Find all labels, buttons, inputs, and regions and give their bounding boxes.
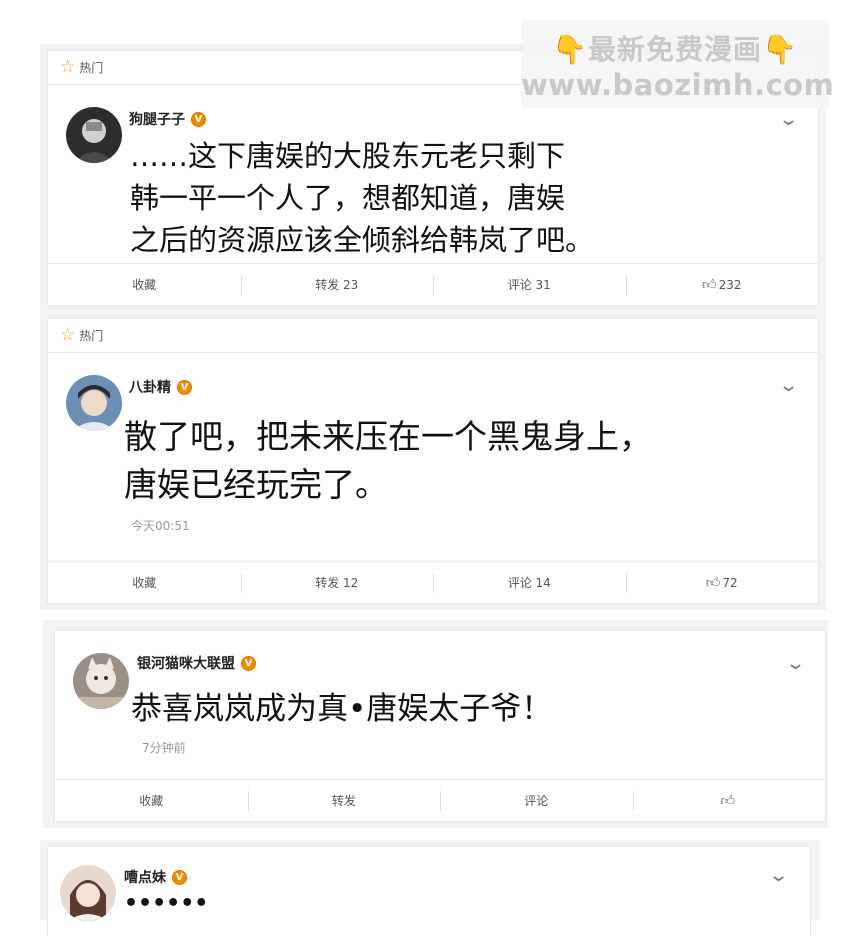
repost-button[interactable]: 转发 23 (240, 264, 434, 305)
verified-badge-icon: V (191, 111, 206, 127)
like-button[interactable]: 👍︎ 232 (625, 264, 819, 305)
watermark-title-text: 最新免费漫画 (587, 33, 762, 66)
repost-label: 转发 12 (315, 576, 359, 590)
star-icon: ☆ (60, 57, 76, 77)
avatar[interactable] (66, 107, 122, 163)
chevron-down-icon[interactable]: ⌄ (778, 111, 799, 129)
avatar[interactable] (66, 375, 122, 431)
chevron-down-icon[interactable]: ⌄ (768, 867, 789, 885)
repost-label: 转发 23 (315, 278, 359, 292)
weibo-post-card: ☆ 热门 八卦精 V ⌄ 散了吧，把未来压在一个黑鬼身上， 唐娱已经玩完了。 今… (47, 318, 819, 604)
like-count: 232 (718, 277, 742, 292)
post-text: ……这下唐娱的大股东元老只剩下 韩一平一个人了，想都知道，唐娱 之后的资源应该全… (130, 139, 595, 257)
star-icon: ☆ (60, 325, 76, 345)
post-text: 恭喜岚岚成为真•唐娱太子爷！ (131, 691, 553, 727)
repost-label: 转发 (331, 794, 356, 808)
favorite-button[interactable]: 收藏 (48, 562, 241, 603)
favorite-label: 收藏 (132, 576, 157, 590)
favorite-button[interactable]: 收藏 (48, 264, 241, 305)
watermark-title: 👇最新免费漫画👇 (521, 28, 829, 68)
chevron-down-icon[interactable]: ⌄ (785, 655, 806, 673)
like-count: 72 (722, 575, 738, 590)
post-text: 散了吧，把未来压在一个黑鬼身上， 唐娱已经玩完了。 (124, 417, 652, 504)
weibo-post-card: 银河猫咪大联盟 V ⌄ 恭喜岚岚成为真•唐娱太子爷！ 7分钟前 收藏 转发 评论… (54, 630, 826, 822)
thumbs-up-icon: 👍︎ (701, 277, 717, 293)
action-bar: 收藏 转发 12 评论 14 👍︎ 72 (48, 561, 818, 603)
action-bar: 收藏 转发 评论 👍︎ (55, 779, 825, 821)
like-button[interactable]: 👍︎ 72 (625, 562, 819, 603)
favorite-button[interactable]: 收藏 (55, 780, 248, 821)
weibo-post-card: 嘈点妹 V ⌄ •••••• (47, 846, 811, 936)
pointing-down-icon: 👇 (552, 33, 588, 66)
thumbs-up-icon: 👍︎ (705, 575, 721, 591)
timestamp[interactable]: 今天00:51 (131, 517, 190, 534)
hot-tag: ☆ 热门 (48, 319, 818, 353)
username-text[interactable]: 狗腿子子 (129, 109, 185, 129)
thumbs-up-icon: 👍︎ (720, 793, 736, 809)
pointing-down-icon: 👇 (762, 33, 798, 66)
verified-badge-icon: V (177, 379, 192, 395)
repost-button[interactable]: 转发 (247, 780, 441, 821)
timestamp[interactable]: 7分钟前 (142, 739, 186, 756)
favorite-label: 收藏 (132, 278, 157, 292)
username-text[interactable]: 嘈点妹 (124, 867, 166, 887)
avatar[interactable] (60, 865, 116, 921)
comment-button[interactable]: 评论 14 (433, 562, 626, 603)
action-bar: 收藏 转发 23 评论 31 👍︎ 232 (48, 263, 818, 305)
like-button[interactable]: 👍︎ (632, 780, 826, 821)
username-text[interactable]: 八卦精 (129, 377, 171, 397)
favorite-label: 收藏 (139, 794, 164, 808)
username[interactable]: 银河猫咪大联盟 V (137, 653, 256, 673)
avatar[interactable] (73, 653, 129, 709)
verified-badge-icon: V (241, 655, 256, 671)
watermark-url: www.baozimh.com (521, 68, 835, 102)
comment-button[interactable]: 评论 (440, 780, 633, 821)
username-text[interactable]: 银河猫咪大联盟 (137, 653, 235, 673)
username[interactable]: 八卦精 V (129, 377, 192, 397)
hot-label: 热门 (79, 329, 104, 343)
comment-label: 评论 (524, 794, 549, 808)
hot-label: 热门 (79, 61, 104, 75)
username[interactable]: 狗腿子子 V (129, 109, 206, 129)
verified-badge-icon: V (172, 869, 187, 885)
chevron-down-icon[interactable]: ⌄ (778, 377, 799, 395)
username[interactable]: 嘈点妹 V (124, 867, 187, 887)
post-text: •••••• (124, 891, 209, 916)
site-watermark: 👇最新免费漫画👇 www.baozimh.com (521, 20, 835, 108)
comment-label: 评论 31 (507, 278, 551, 292)
repost-button[interactable]: 转发 12 (240, 562, 434, 603)
comment-label: 评论 14 (507, 576, 551, 590)
comment-button[interactable]: 评论 31 (433, 264, 626, 305)
